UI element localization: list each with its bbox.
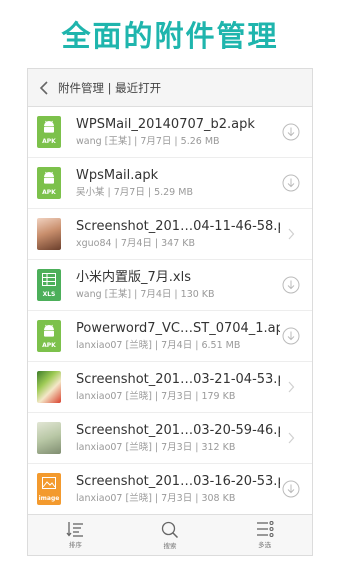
file-row[interactable]: APK Powerword7_VC…ST_0704_1.apk lanxiao07 … <box>28 311 312 362</box>
multiselect-icon <box>256 521 274 537</box>
file-type-xls-icon: XLS <box>37 269 61 301</box>
sort-label: 排序 <box>68 541 82 549</box>
page-title: 附件管理 | 最近打开 <box>58 80 162 95</box>
download-button[interactable] <box>280 478 302 500</box>
file-ext-label: APK <box>42 138 56 145</box>
image-icon <box>42 477 56 489</box>
sort-icon <box>66 522 84 537</box>
search-label: 搜索 <box>163 541 177 550</box>
file-name: Screenshot_201…03-20-59-46.png <box>76 423 280 438</box>
file-row[interactable]: Screenshot_201…03-20-59-46.png lanxiao07 … <box>28 413 312 464</box>
file-type-img-icon: image <box>37 473 61 505</box>
file-row[interactable]: APK WPSMail_20140707_b2.apkwang [王某] | 7月… <box>28 107 312 158</box>
file-meta: 吴小某 | 7月7日 | 5.29 MB <box>76 187 193 198</box>
back-button[interactable] <box>34 78 54 98</box>
android-icon <box>44 171 54 184</box>
file-ext-label: APK <box>42 342 56 349</box>
download-button[interactable] <box>280 274 302 296</box>
file-meta: lanxiao07 [兰晓] | 7月4日 | 6.51 MB <box>76 340 241 351</box>
chevron-left-icon <box>39 80 48 95</box>
file-name: Screenshot_201…03-21-04-53.png <box>76 372 280 387</box>
open-button[interactable] <box>280 376 302 398</box>
bottom-toolbar: 排序 搜索 多选 <box>28 514 312 555</box>
sort-button[interactable]: 排序 <box>28 515 123 555</box>
file-info: 小米内置版_7月.xlswang [王某] | 7月4日 | 130 KB <box>76 269 280 301</box>
file-type-apk-icon: APK <box>37 116 61 148</box>
chevron-right-icon <box>288 432 295 444</box>
file-row[interactable]: Screenshot_201…04-11-46-58.png xguo84 | 7… <box>28 209 312 260</box>
file-name: 小米内置版_7月.xls <box>76 270 191 285</box>
promo-banner: 全面的附件管理 <box>0 0 340 68</box>
download-icon <box>282 276 300 294</box>
file-meta: xguo84 | 7月4日 | 347 KB <box>76 238 196 249</box>
file-row[interactable]: APK WpsMail.apk 吴小某 | 7月7日 | 5.29 MB <box>28 158 312 209</box>
multiselect-label: 多选 <box>258 541 272 549</box>
file-info: Powerword7_VC…ST_0704_1.apk lanxiao07 [兰晓… <box>76 320 280 352</box>
file-row[interactable]: Screenshot_201…03-21-04-53.png lanxiao07 … <box>28 362 312 413</box>
chevron-right-icon <box>288 228 295 240</box>
file-meta: lanxiao07 [兰晓] | 7月3日 | 312 KB <box>76 442 236 453</box>
file-row[interactable]: image Screenshot_201…03-16-20-53.pnglanxi… <box>28 464 312 515</box>
file-thumbnail <box>37 422 61 454</box>
download-icon <box>282 480 300 498</box>
file-meta: wang [王某] | 7月4日 | 130 KB <box>76 289 215 300</box>
file-name: Powerword7_VC…ST_0704_1.apk <box>76 321 280 336</box>
file-meta: lanxiao07 [兰晓] | 7月3日 | 179 KB <box>76 391 236 402</box>
file-name: Screenshot_201…03-16-20-53.png <box>76 474 280 489</box>
file-thumbnail <box>37 218 61 250</box>
file-name: WPSMail_20140707_b2.apk <box>76 117 255 132</box>
file-info: WpsMail.apk 吴小某 | 7月7日 | 5.29 MB <box>76 167 280 199</box>
spreadsheet-icon <box>42 273 56 286</box>
android-icon <box>44 324 54 337</box>
open-button[interactable] <box>280 427 302 449</box>
file-info: Screenshot_201…04-11-46-58.png xguo84 | 7… <box>76 218 280 250</box>
file-type-apk-icon: APK <box>37 320 61 352</box>
download-button[interactable] <box>280 121 302 143</box>
file-meta: lanxiao07 [兰晓] | 7月3日 | 308 KB <box>76 493 236 504</box>
file-meta: wang [王某] | 7月7日 | 5.26 MB <box>76 136 220 147</box>
search-icon <box>161 521 179 538</box>
file-info: Screenshot_201…03-16-20-53.png lanxiao07 … <box>76 473 280 505</box>
download-icon <box>282 123 300 141</box>
file-info: Screenshot_201…03-20-59-46.png lanxiao07 … <box>76 422 280 454</box>
android-icon <box>44 120 54 133</box>
file-name: Screenshot_201…04-11-46-58.png <box>76 219 280 234</box>
download-icon <box>282 327 300 345</box>
file-ext-label: image <box>38 495 60 502</box>
download-button[interactable] <box>280 172 302 194</box>
navigation-bar: 附件管理 | 最近打开 <box>28 69 312 107</box>
file-ext-label: XLS <box>42 291 56 298</box>
multiselect-button[interactable]: 多选 <box>217 515 312 555</box>
open-button[interactable] <box>280 223 302 245</box>
file-type-apk-icon: APK <box>37 167 61 199</box>
file-row[interactable]: XLS 小米内置版_7月.xlswang [王某] | 7月4日 | 130 KB <box>28 260 312 311</box>
chevron-right-icon <box>288 381 295 393</box>
file-list: APK WPSMail_20140707_b2.apkwang [王某] | 7月… <box>28 107 312 516</box>
download-icon <box>282 174 300 192</box>
search-button[interactable]: 搜索 <box>123 515 218 555</box>
download-button[interactable] <box>280 325 302 347</box>
phone-screen: 附件管理 | 最近打开 APK WPSMail_20140707_b2.apkwa… <box>27 68 313 556</box>
file-name: WpsMail.apk <box>76 168 159 183</box>
file-info: WPSMail_20140707_b2.apkwang [王某] | 7月7日 … <box>76 116 280 148</box>
file-info: Screenshot_201…03-21-04-53.png lanxiao07 … <box>76 371 280 403</box>
promo-title: 全面的附件管理 <box>61 19 279 53</box>
file-thumbnail <box>37 371 61 403</box>
file-ext-label: APK <box>42 189 56 196</box>
